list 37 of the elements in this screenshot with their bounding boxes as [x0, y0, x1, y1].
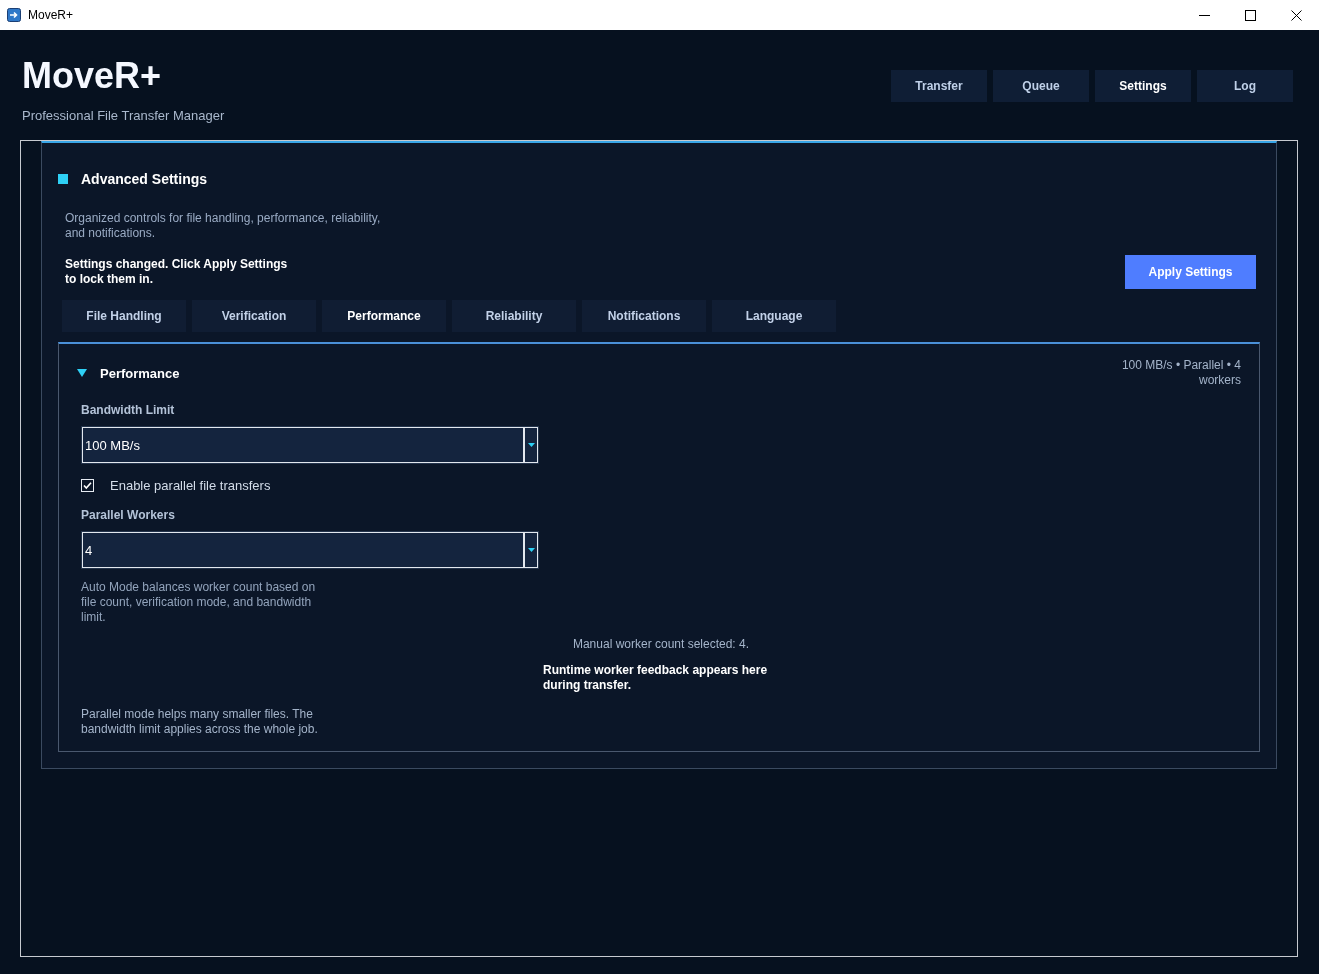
section-title: Performance: [100, 365, 180, 381]
maximize-icon[interactable]: [1244, 9, 1256, 21]
category-tab[interactable]: Reliability: [452, 300, 576, 332]
nav-tab[interactable]: Queue: [993, 70, 1089, 102]
dropdown-button[interactable]: [524, 427, 538, 463]
category-tab[interactable]: Verification: [192, 300, 316, 332]
field-label: Bandwidth Limit: [81, 403, 175, 418]
nav-tab[interactable]: Settings: [1095, 70, 1191, 102]
dropdown-button[interactable]: [524, 532, 538, 568]
category-tab[interactable]: Performance: [322, 300, 446, 332]
window-title: MoveR+: [28, 8, 74, 22]
nav-tab[interactable]: Transfer: [891, 70, 987, 102]
field-label: Parallel Workers: [81, 508, 175, 523]
section-summary: 100 MB/s • Parallel • 4 workers: [1120, 358, 1241, 388]
worker-status-text: Manual worker count selected: 4.: [571, 637, 751, 652]
footnote-text: Parallel mode helps many smaller files. The bandwidth limit applies across the whole job.: [81, 707, 319, 737]
category-tab[interactable]: Notifications: [582, 300, 706, 332]
checkbox[interactable]: [81, 478, 94, 492]
help-text: Auto Mode balances worker count based on file count, verification mode, and bandwidth limit.: [81, 580, 317, 625]
app-subtitle: Professional File Transfer Manager: [22, 108, 225, 124]
card-description: Organized controls for file handling, performance, reliability, and notifications.: [65, 211, 382, 241]
nav-tab[interactable]: Log: [1197, 70, 1293, 102]
apply-settings-button[interactable]: Apply Settings: [1125, 255, 1256, 289]
square-icon: [58, 174, 68, 184]
runtime-feedback-text: Runtime worker feedback appears here during transfer.: [543, 663, 769, 693]
card-title: Advanced Settings: [81, 171, 208, 187]
minimize-icon[interactable]: [1198, 14, 1210, 16]
app-icon: [7, 8, 21, 22]
checkbox-label[interactable]: Enable parallel file transfers: [110, 477, 271, 493]
caret-down-icon[interactable]: [77, 369, 87, 377]
category-tab[interactable]: File Handling: [62, 300, 186, 332]
close-icon[interactable]: [1290, 9, 1302, 21]
caret-down-icon: [527, 443, 535, 447]
caret-down-icon: [527, 548, 535, 552]
app-title: MoveR+: [22, 56, 163, 96]
notice-text: Settings changed. Click Apply Settings to lock them in.: [65, 257, 289, 287]
category-tab[interactable]: Language: [712, 300, 836, 332]
